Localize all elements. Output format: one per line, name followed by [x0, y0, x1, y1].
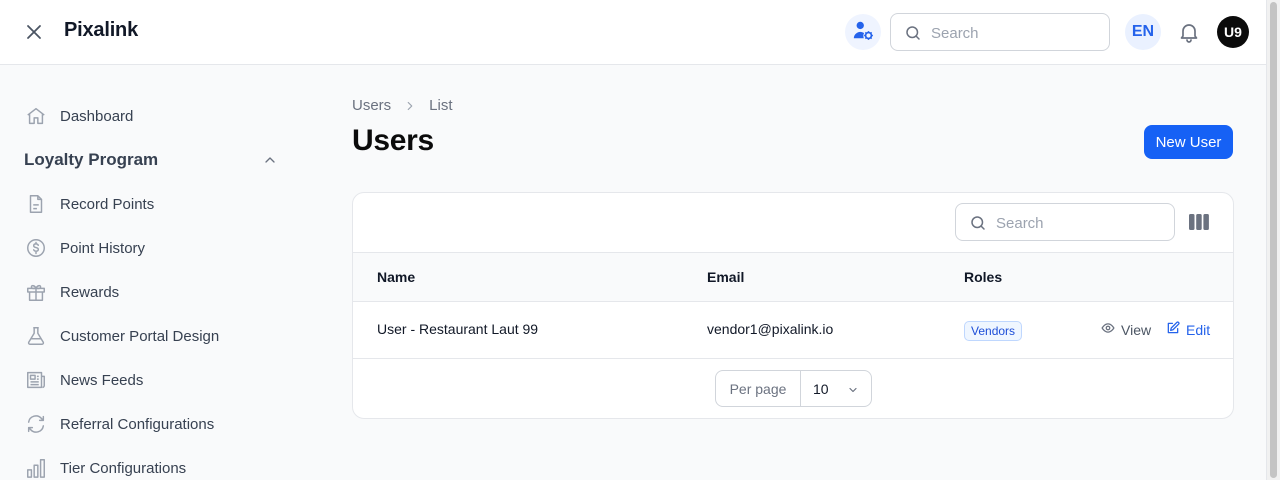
sidebar-item-label: News Feeds: [60, 371, 144, 389]
table-search-input[interactable]: [996, 213, 1156, 233]
column-header-email: Email: [707, 269, 745, 285]
dollar-circle-icon: [24, 236, 48, 260]
chevron-up-icon[interactable]: [262, 152, 278, 168]
newspaper-icon: [24, 368, 48, 392]
per-page-selector[interactable]: Per page 10: [715, 370, 872, 407]
sidebar-item-label: Referral Configurations: [60, 415, 215, 433]
close-icon[interactable]: [22, 20, 46, 44]
home-icon: [24, 104, 48, 128]
header-search[interactable]: [890, 13, 1110, 51]
sidebar-item-rewards[interactable]: Rewards: [24, 280, 119, 304]
sidebar-item-label: Tier Configurations: [60, 459, 187, 477]
user-settings-button[interactable]: [845, 14, 881, 50]
sidebar-item-referral-configurations[interactable]: Referral Configurations: [24, 412, 214, 436]
search-icon: [969, 214, 987, 237]
user-avatar[interactable]: U9: [1217, 16, 1249, 48]
flask-icon: [24, 324, 48, 348]
language-button[interactable]: EN: [1125, 14, 1161, 50]
page-scrollbar[interactable]: [1266, 0, 1280, 480]
new-user-button[interactable]: New User: [1144, 125, 1233, 159]
sidebar-item-label: Customer Portal Design: [60, 327, 220, 345]
bar-chart-icon: [24, 456, 48, 480]
user-gear-icon: [852, 19, 874, 46]
sidebar: Dashboard Loyalty Program Record Points …: [0, 65, 300, 480]
per-page-label: Per page: [716, 371, 801, 406]
sidebar-item-label: Rewards: [60, 283, 120, 301]
refresh-icon: [24, 412, 48, 436]
chevron-down-icon: [847, 383, 859, 395]
brand-name[interactable]: Pixalink: [64, 19, 138, 42]
view-button[interactable]: View: [1101, 321, 1151, 338]
sidebar-item-tier-configurations[interactable]: Tier Configurations: [24, 456, 186, 480]
sidebar-item-customer-portal-design[interactable]: Customer Portal Design: [24, 324, 219, 348]
table-row: User - Restaurant Laut 99 vendor1@pixali…: [353, 302, 1233, 359]
cell-email: vendor1@pixalink.io: [707, 321, 834, 337]
header-search-input[interactable]: [931, 23, 1091, 43]
per-page-select[interactable]: 10: [801, 371, 871, 406]
chevron-right-icon: [403, 99, 417, 113]
per-page-value: 10: [813, 380, 829, 397]
gift-icon: [24, 280, 48, 304]
column-header-name: Name: [377, 269, 416, 285]
edit-button[interactable]: Edit: [1166, 321, 1210, 338]
role-badge: Vendors: [964, 321, 1023, 341]
columns-toggle-icon[interactable]: [1189, 213, 1209, 231]
breadcrumb-users-link[interactable]: Users: [352, 97, 391, 114]
users-table-card: Name Email Roles User - Restaurant Laut …: [352, 192, 1234, 419]
bell-icon[interactable]: [1177, 20, 1201, 44]
document-icon: [24, 192, 48, 216]
breadcrumb-current: List: [429, 97, 453, 114]
scrollbar-thumb[interactable]: [1270, 2, 1277, 478]
edit-label: Edit: [1186, 321, 1211, 338]
column-header-roles: Roles: [964, 269, 1003, 285]
sidebar-item-label: Point History: [60, 239, 146, 257]
edit-icon: [1166, 321, 1180, 338]
sidebar-item-news-feeds[interactable]: News Feeds: [24, 368, 143, 392]
table-search[interactable]: [955, 203, 1175, 241]
sidebar-item-point-history[interactable]: Point History: [24, 236, 145, 260]
eye-icon: [1101, 321, 1115, 338]
sidebar-item-label: Dashboard: [60, 107, 134, 125]
sidebar-item-dashboard[interactable]: Dashboard: [24, 104, 133, 128]
view-label: View: [1121, 321, 1152, 338]
top-bar: Pixalink EN U9: [0, 0, 1266, 65]
sidebar-group-title[interactable]: Loyalty Program: [24, 150, 158, 170]
search-icon: [904, 24, 922, 47]
cell-name: User - Restaurant Laut 99: [377, 321, 539, 337]
sidebar-item-record-points[interactable]: Record Points: [24, 192, 154, 216]
breadcrumb: Users List: [352, 97, 453, 114]
page-title: Users: [352, 124, 434, 157]
sidebar-item-label: Record Points: [60, 195, 155, 213]
table-header: Name Email Roles: [353, 252, 1233, 302]
